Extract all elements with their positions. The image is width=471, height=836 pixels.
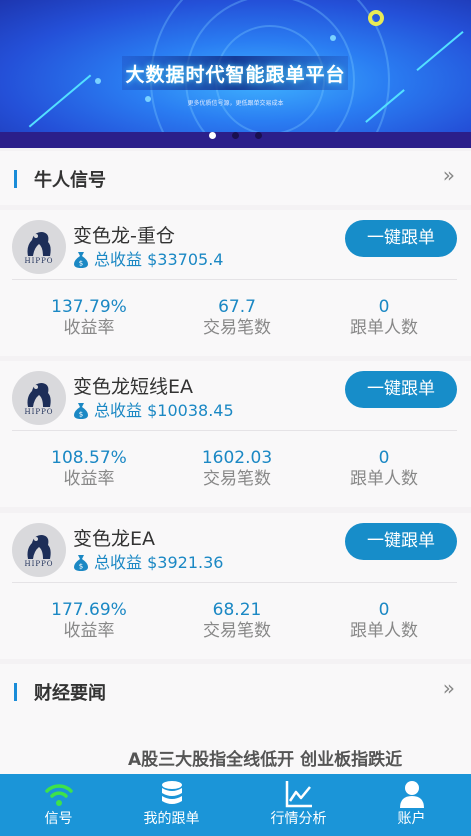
- svg-text:$: $: [79, 563, 83, 571]
- svg-text:$: $: [79, 260, 83, 268]
- tab-market-analysis[interactable]: 行情分析: [240, 774, 357, 836]
- trader-card[interactable]: HIPPO 变色龙EA $ 总收益 $3921.36 一键跟单 177.69% 收益率 68.…: [0, 513, 471, 659]
- profit-value: $3921.36: [147, 553, 224, 572]
- signals-section-header: 牛人信号 »: [0, 151, 471, 205]
- news-ticker[interactable]: A股三大股指全线低开 创业板指跌近: [0, 717, 471, 775]
- avatar: HIPPO: [12, 371, 66, 425]
- section-accent-bar: [14, 683, 17, 701]
- stat-label: 交易笔数: [203, 318, 271, 338]
- stat-label: 跟单人数: [350, 318, 418, 338]
- hippo-logo-icon: [27, 383, 51, 407]
- avatar: HIPPO: [12, 523, 66, 577]
- stat-value: 0: [378, 448, 390, 468]
- tab-label: 我的跟单: [143, 811, 200, 827]
- stat-value: 108.57%: [51, 448, 127, 468]
- carousel-dot[interactable]: [232, 132, 239, 139]
- bottom-tab-bar: 信号 我的跟单 行情分析 账户: [0, 774, 471, 836]
- carousel-dot-active[interactable]: [209, 132, 216, 139]
- stat-label: 交易笔数: [203, 469, 271, 489]
- line-chart-icon: [285, 781, 312, 808]
- tab-signals[interactable]: 信号: [0, 774, 117, 836]
- stat-label: 收益率: [63, 621, 115, 641]
- decorative-circle-icon: [368, 10, 384, 26]
- stat-value: 1602.03: [201, 448, 273, 468]
- news-section-header: 财经要闻 »: [0, 664, 471, 718]
- avatar: HIPPO: [12, 220, 66, 274]
- carousel-indicator: [0, 132, 471, 139]
- trader-name: 变色龙EA: [73, 528, 156, 550]
- stat-block: 108.57% 收益率: [14, 448, 164, 490]
- wifi-signal-icon: [45, 784, 73, 806]
- section-title: 牛人信号: [34, 170, 106, 191]
- stat-value: 0: [378, 600, 390, 620]
- stat-value: 177.69%: [51, 600, 127, 620]
- profit-value: $33705.4: [147, 250, 224, 269]
- total-profit: $ 总收益 $3921.36: [73, 549, 223, 573]
- tab-label: 账户: [397, 811, 426, 827]
- tab-label: 信号: [44, 811, 73, 827]
- stat-block: 67.7 交易笔数: [162, 297, 312, 339]
- one-click-follow-button[interactable]: 一键跟单: [345, 220, 457, 257]
- money-bag-icon: $: [74, 403, 88, 419]
- stat-block: 177.69% 收益率: [14, 600, 164, 642]
- stat-block: 1602.03 交易笔数: [162, 448, 312, 490]
- trader-card[interactable]: HIPPO 变色龙-重仓 $ 总收益 $33705.4 一键跟单 137.79% 收益率 67…: [0, 210, 471, 356]
- banner-title: 大数据时代智能跟单平台: [125, 64, 346, 86]
- stat-value: 68.21: [212, 600, 262, 620]
- stat-block: 137.79% 收益率: [14, 297, 164, 339]
- news-headline[interactable]: A股三大股指全线低开 创业板指跌近: [128, 745, 402, 770]
- total-profit: $ 总收益 $10038.45: [73, 397, 234, 421]
- stat-label: 跟单人数: [350, 621, 418, 641]
- one-click-follow-button[interactable]: 一键跟单: [345, 371, 457, 408]
- money-bag-icon: $: [74, 555, 88, 571]
- decorative-dot: [330, 35, 336, 41]
- stat-block: 0 跟单人数: [309, 448, 459, 490]
- trader-card[interactable]: HIPPO 变色龙短线EA $ 总收益 $10038.45 一键跟单 108.57% 收益率…: [0, 361, 471, 507]
- section-accent-bar: [14, 170, 17, 188]
- avatar-logo-text: HIPPO: [24, 560, 54, 568]
- divider: [12, 279, 457, 280]
- money-bag-icon: $: [74, 252, 88, 268]
- trader-name: 变色龙-重仓: [73, 225, 175, 247]
- tab-label: 行情分析: [270, 811, 327, 827]
- trader-name: 变色龙短线EA: [73, 376, 194, 398]
- tab-account[interactable]: 账户: [353, 774, 470, 836]
- more-chevron-icon[interactable]: »: [443, 163, 455, 187]
- stat-value: 137.79%: [51, 297, 127, 317]
- total-profit: $ 总收益 $33705.4: [73, 246, 223, 270]
- section-title: 财经要闻: [34, 683, 106, 704]
- banner-carousel[interactable]: 大数据时代智能跟单平台 更多优质信号源，更低跟单交易成本: [0, 0, 471, 148]
- avatar-logo-text: HIPPO: [24, 257, 54, 265]
- svg-text:$: $: [79, 411, 83, 419]
- profit-label: 总收益: [94, 250, 143, 269]
- profit-value: $10038.45: [147, 401, 234, 420]
- tab-my-follows[interactable]: 我的跟单: [113, 774, 230, 836]
- stat-label: 收益率: [63, 469, 115, 489]
- more-chevron-icon[interactable]: »: [443, 676, 455, 700]
- stat-value: 67.7: [218, 297, 256, 317]
- profit-label: 总收益: [94, 553, 143, 572]
- stat-label: 交易笔数: [203, 621, 271, 641]
- stat-value: 0: [378, 297, 390, 317]
- one-click-follow-button[interactable]: 一键跟单: [345, 523, 457, 560]
- stat-block: 0 跟单人数: [309, 600, 459, 642]
- hippo-logo-icon: [27, 232, 51, 256]
- stat-block: 0 跟单人数: [309, 297, 459, 339]
- avatar-logo-text: HIPPO: [24, 408, 54, 416]
- carousel-dot[interactable]: [255, 132, 262, 139]
- database-icon: [162, 781, 182, 804]
- divider: [12, 430, 457, 431]
- stat-label: 跟单人数: [350, 469, 418, 489]
- user-icon: [400, 781, 424, 808]
- divider: [12, 582, 457, 583]
- profit-label: 总收益: [94, 401, 143, 420]
- stat-block: 68.21 交易笔数: [162, 600, 312, 642]
- banner-subtitle: 更多优质信号源，更低跟单交易成本: [187, 100, 284, 107]
- stat-label: 收益率: [63, 318, 115, 338]
- hippo-logo-icon: [27, 535, 51, 559]
